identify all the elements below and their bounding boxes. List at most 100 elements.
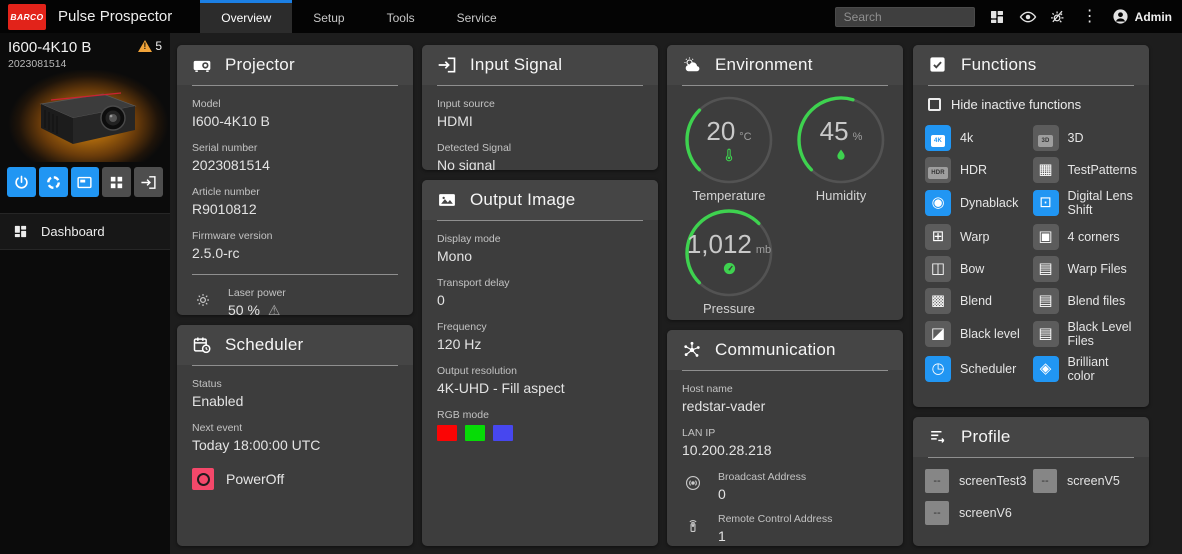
search-input[interactable] — [835, 7, 975, 27]
blend-function-button[interactable]: ▩ — [925, 288, 951, 314]
gauge-unit: mb — [756, 244, 771, 256]
dynablack-function-button[interactable]: ◉ — [925, 190, 951, 216]
field: Frequency120 Hz — [437, 321, 643, 352]
function-item-bow: ◫Bow — [925, 256, 1029, 282]
function-label: 4k — [960, 131, 973, 145]
field: Host nameredstar-vader — [682, 383, 888, 414]
function-item-test-patterns: ▦TestPatterns — [1033, 157, 1137, 183]
profile-badge[interactable]: -- — [1033, 469, 1057, 493]
rgb-mode-swatches — [437, 425, 643, 441]
four-corners-function-button[interactable]: ▣ — [1033, 224, 1059, 250]
search-box — [835, 7, 975, 27]
4k-function-button[interactable]: 4K — [925, 125, 951, 151]
top-bar: BARCO Pulse Prospector OverviewSetupTool… — [0, 0, 1182, 33]
field-value: Today 18:00:00 UTC — [192, 437, 398, 453]
profile-badge[interactable]: -- — [925, 501, 949, 525]
card-title: Profile — [961, 427, 1011, 447]
function-label: 4 corners — [1068, 230, 1120, 244]
scheduler-function-button[interactable]: ◷ — [925, 356, 951, 382]
power-icon — [13, 174, 30, 191]
field-value: 2.5.0-rc — [192, 245, 398, 261]
field-label: Status — [192, 378, 398, 390]
profile-label: screenV5 — [1067, 474, 1120, 488]
profile-item: -- screenV6 — [925, 501, 1029, 525]
bow-icon: ◫ — [931, 260, 945, 278]
bow-function-button[interactable]: ◫ — [925, 256, 951, 282]
function-label: Warp Files — [1068, 262, 1127, 276]
black-level-function-button[interactable]: ◪ — [925, 321, 951, 347]
3d-function-button[interactable]: 3D — [1033, 125, 1059, 151]
tab-overview[interactable]: Overview — [200, 0, 292, 33]
gauge-unit: % — [853, 131, 863, 143]
device-warnings[interactable]: 5 — [138, 39, 162, 53]
brilliant-color-function-button[interactable]: ◈ — [1033, 356, 1059, 382]
tab-service[interactable]: Service — [436, 0, 518, 33]
rgb-mode-label: RGB mode — [437, 409, 643, 421]
user-avatar-icon — [1112, 8, 1129, 25]
function-item-black-level: ◪Black level — [925, 320, 1029, 349]
function-label: Blend files — [1068, 294, 1126, 308]
field-value: 10.200.28.218 — [682, 442, 888, 458]
field-value: I600-4K10 B — [192, 113, 398, 129]
blend-files-function-button[interactable]: ▤ — [1033, 288, 1059, 314]
gauge-value: 1,012 — [687, 229, 752, 260]
gauge-unit: °C — [739, 131, 751, 143]
laser-warning-icon: ⚠ — [268, 302, 281, 315]
environment-icon — [682, 55, 702, 75]
eye-icon[interactable] — [1019, 8, 1037, 26]
laser-power-icon — [192, 287, 214, 315]
apps-grid-icon[interactable] — [988, 8, 1006, 26]
card-title: Environment — [715, 55, 813, 75]
function-item-digital-lens-shift: ⊡Digital Lens Shift — [1033, 189, 1137, 218]
osd-button[interactable] — [71, 167, 100, 197]
lights-off-icon[interactable] — [1050, 8, 1068, 26]
field-value: redstar-vader — [682, 398, 888, 414]
field-value: 1 — [718, 528, 832, 544]
scheduler-icon: ◷ — [931, 360, 944, 378]
input-source-button[interactable] — [134, 167, 163, 197]
profile-badge[interactable]: -- — [925, 469, 949, 493]
field-value: 2023081514 — [192, 157, 398, 173]
function-label: 3D — [1068, 131, 1084, 145]
digital-lens-shift-function-button[interactable]: ⊡ — [1033, 190, 1059, 216]
warp-files-function-button[interactable]: ▤ — [1033, 256, 1059, 282]
hide-inactive-toggle[interactable]: Hide inactive functions — [913, 86, 1149, 116]
field-value: 120 Hz — [437, 336, 643, 352]
profile-item: --screenTest3 — [925, 469, 1029, 493]
power-button[interactable] — [7, 167, 36, 197]
black-level-files-function-button[interactable]: ▤ — [1033, 321, 1059, 347]
side-nav: Dashboard — [0, 213, 170, 250]
function-item-4k: 4K 4k — [925, 125, 1029, 151]
poweroff-icon — [192, 468, 214, 490]
function-item-black-level-files: ▤Black Level Files — [1033, 320, 1137, 349]
user-menu[interactable]: Admin — [1112, 8, 1172, 25]
hdr-function-button[interactable]: HDR — [925, 157, 951, 183]
field-label: Detected Signal — [437, 142, 643, 154]
3d-icon: 3D — [1038, 129, 1052, 147]
warp-icon: ⊞ — [932, 228, 945, 246]
gauge-humidity: 45%Humidity — [785, 94, 897, 203]
environment-card: Environment 20°CTemperature45%Humidity1,… — [667, 45, 903, 320]
device-name: I600-4K10 B — [8, 39, 91, 56]
field: Input sourceHDMI — [437, 98, 643, 129]
test-pattern-button[interactable] — [102, 167, 131, 197]
tab-bar: OverviewSetupToolsService — [200, 0, 517, 33]
hide-inactive-checkbox[interactable] — [928, 98, 941, 111]
remote-icon — [682, 513, 704, 544]
tab-tools[interactable]: Tools — [366, 0, 436, 33]
function-label: HDR — [960, 163, 987, 177]
kebab-menu-icon[interactable]: ⋮ — [1081, 8, 1099, 26]
tab-setup[interactable]: Setup — [292, 0, 365, 33]
test-patterns-function-button[interactable]: ▦ — [1033, 157, 1059, 183]
field: LAN IP10.200.28.218 — [682, 427, 888, 458]
field-value: No signal — [437, 157, 643, 170]
field-value: 0 — [437, 292, 643, 308]
warp-function-button[interactable]: ⊞ — [925, 224, 951, 250]
profile-label: screenV6 — [959, 506, 1012, 520]
function-label: Blend — [960, 294, 992, 308]
card-title: Output Image — [470, 190, 575, 210]
sidebar-item-dashboard[interactable]: Dashboard — [0, 214, 170, 249]
shutter-button[interactable] — [39, 167, 68, 197]
four-corners-icon: ▣ — [1038, 228, 1052, 246]
field: Detected Signal No signal — [437, 142, 643, 170]
